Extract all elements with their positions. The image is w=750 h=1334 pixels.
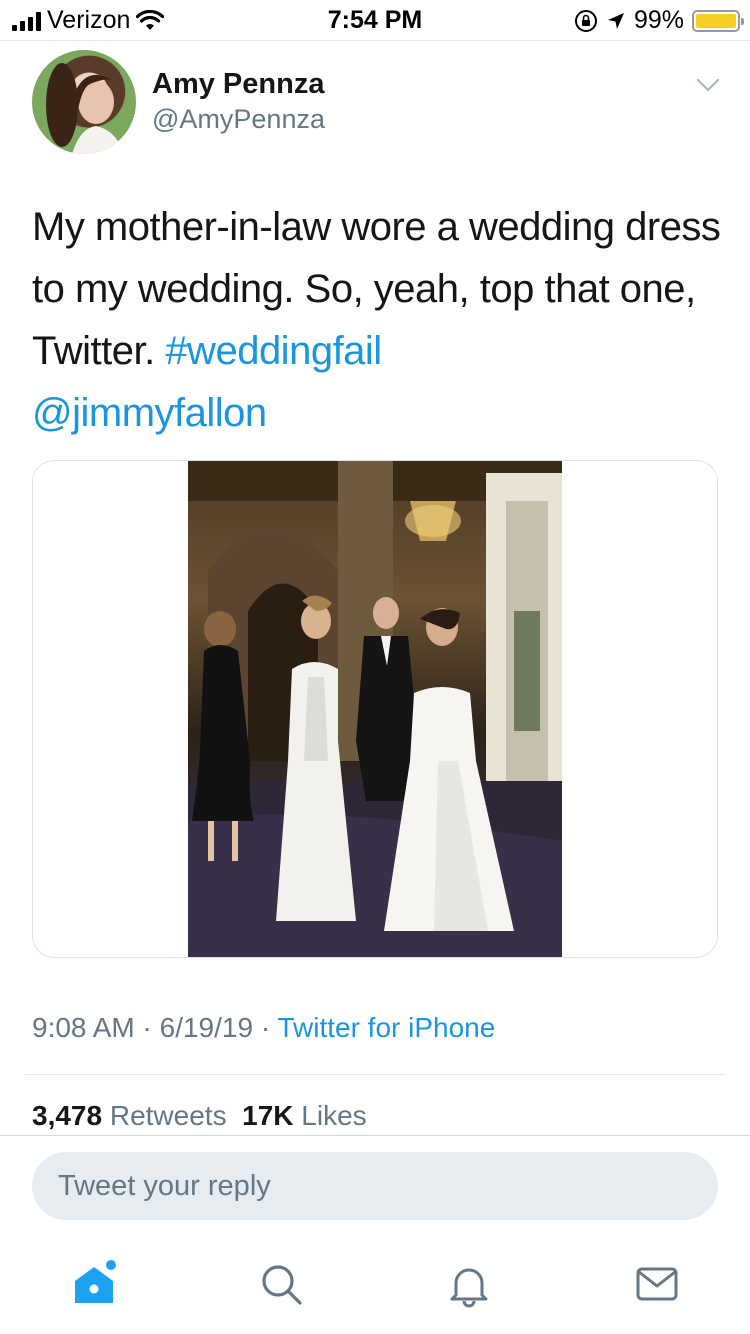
- hashtag-link[interactable]: #weddingfail: [165, 329, 382, 373]
- status-divider: [0, 40, 750, 41]
- tab-home[interactable]: [66, 1256, 122, 1312]
- tweet-media[interactable]: [32, 460, 718, 958]
- home-icon: [75, 1260, 116, 1303]
- location-icon: [607, 12, 624, 29]
- author-handle[interactable]: @AmyPennza: [152, 104, 325, 135]
- tweet-photo[interactable]: [188, 461, 562, 957]
- notifications-icon: [450, 1268, 488, 1308]
- likes-label: Likes: [301, 1100, 367, 1131]
- retweets-label: Retweets: [109, 1100, 227, 1131]
- battery-percent: 99%: [633, 6, 684, 34]
- author-name[interactable]: Amy Pennza: [152, 68, 324, 101]
- tweet-time: 9:08 AM: [32, 1012, 135, 1043]
- retweets-count: 3,478: [32, 1100, 103, 1131]
- tweet-date: 6/19/19: [159, 1012, 254, 1043]
- likes-count: 17K: [242, 1100, 294, 1131]
- chevron-down-icon[interactable]: [696, 76, 720, 94]
- retweets-stat[interactable]: 3,478 Retweets: [32, 1100, 227, 1131]
- status-bar: Verizon 7:54 PM 99%: [0, 0, 750, 40]
- mention-link[interactable]: @jimmyfallon: [32, 391, 267, 435]
- stats-divider: [0, 1135, 750, 1136]
- tweet-source-link[interactable]: Twitter for iPhone: [277, 1012, 495, 1043]
- tab-messages[interactable]: [629, 1256, 685, 1312]
- tweet-text: My mother-in-law wore a wedding dress to…: [32, 196, 722, 444]
- meta-divider: [25, 1074, 725, 1075]
- battery-icon: [692, 9, 744, 32]
- reply-input[interactable]: [32, 1152, 718, 1220]
- tweet-stats: 3,478 Retweets 17K Likes: [32, 1100, 367, 1132]
- messages-icon: [636, 1267, 678, 1301]
- tweet-meta: 9:08 AM · 6/19/19 · Twitter for iPhone: [32, 1012, 496, 1043]
- avatar[interactable]: [32, 50, 136, 154]
- search-icon: [262, 1265, 302, 1305]
- tab-notifications[interactable]: [441, 1256, 497, 1312]
- tab-search[interactable]: [253, 1256, 309, 1312]
- likes-stat[interactable]: 17K Likes: [242, 1100, 367, 1131]
- orientation-lock-icon: [574, 9, 597, 32]
- status-right: 99%: [574, 6, 744, 35]
